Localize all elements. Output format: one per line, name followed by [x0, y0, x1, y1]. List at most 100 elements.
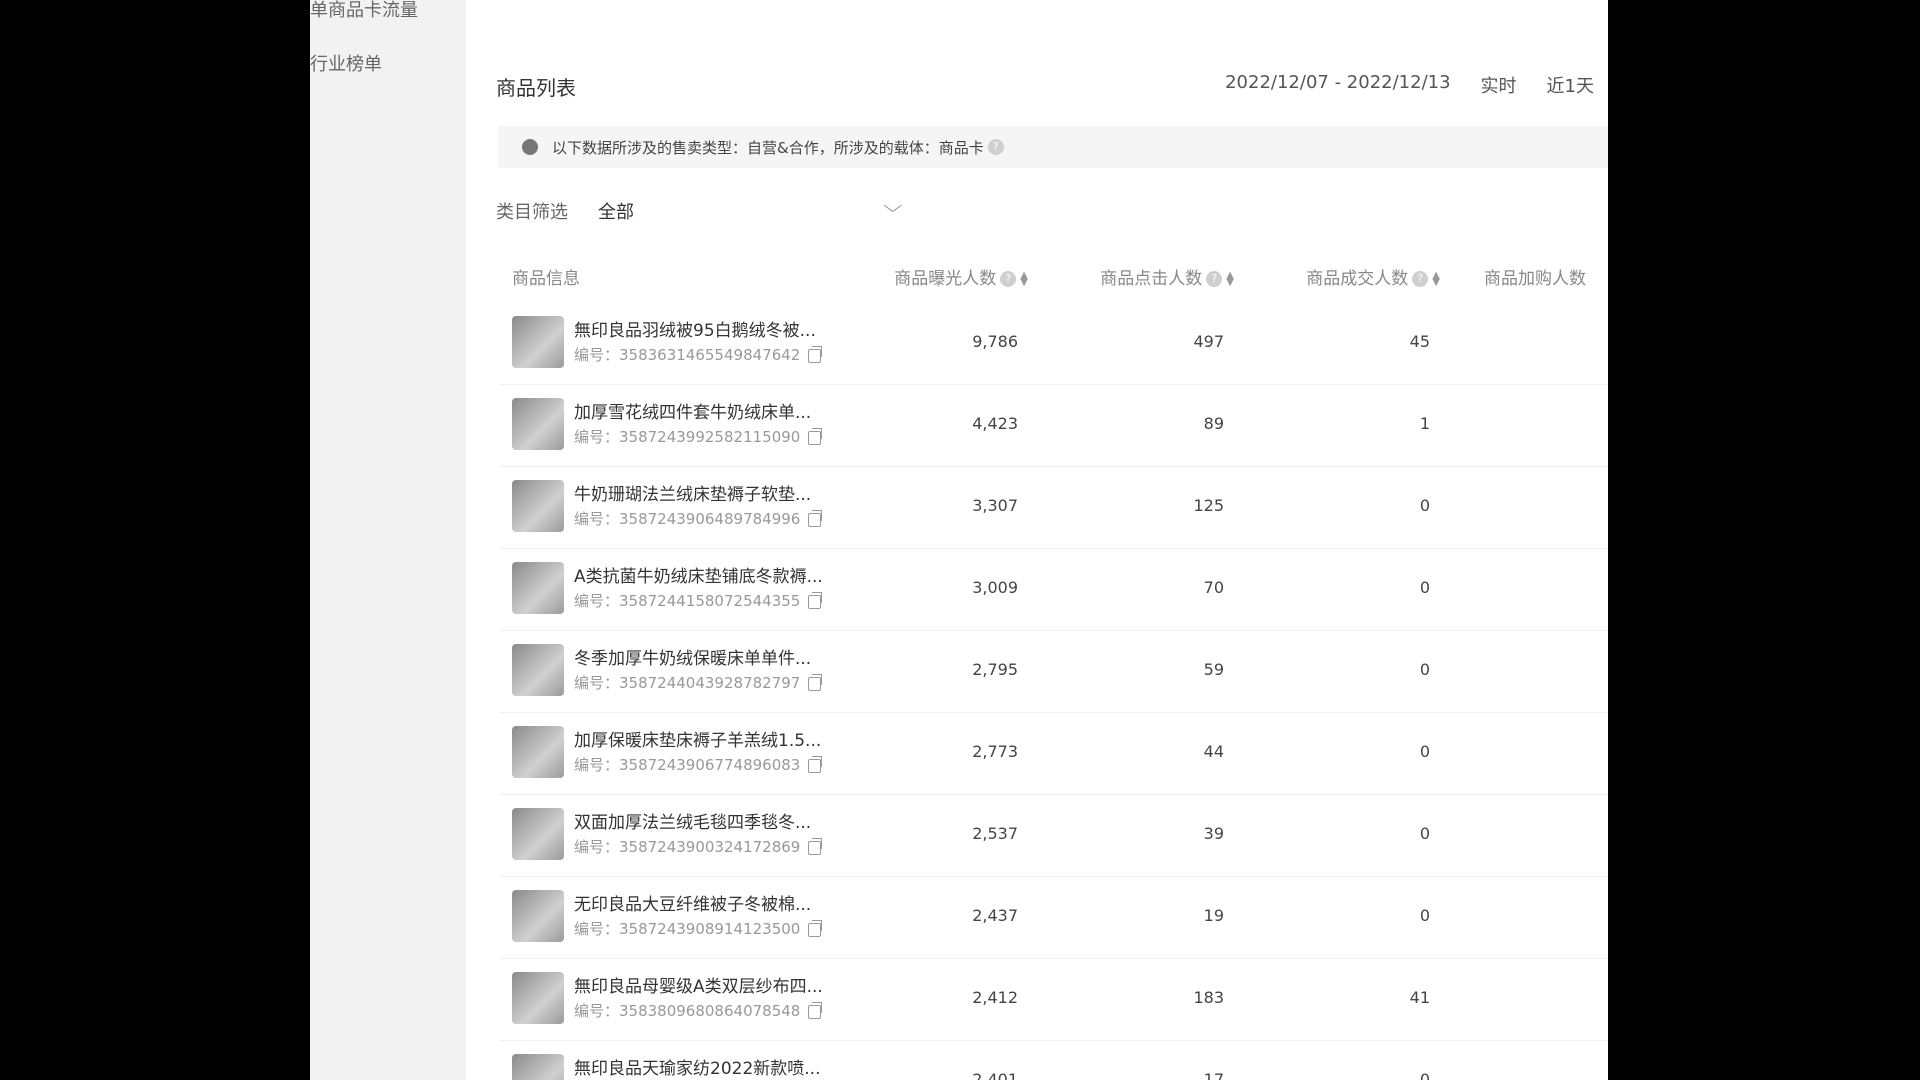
copy-icon[interactable]: [808, 509, 823, 527]
clicks-value: 17: [1203, 1070, 1224, 1080]
product-id: 编号：3587243992582115090: [574, 426, 823, 447]
product-thumbnail[interactable]: [512, 316, 564, 368]
deals-value: 45: [1409, 332, 1430, 351]
table-row[interactable]: 無印良品母婴级A类双层纱布四... 编号：3583809680864078548…: [500, 958, 1608, 1041]
help-icon[interactable]: ?: [987, 139, 1004, 155]
product-id: 编号：3587243900324172869: [574, 836, 823, 857]
col-deals-label: 商品成交人数: [1306, 269, 1409, 289]
product-name[interactable]: 加厚雪花绒四件套牛奶绒床单...: [574, 398, 811, 423]
clicks-value: 59: [1203, 660, 1224, 679]
deals-value: 0: [1419, 496, 1430, 515]
copy-icon[interactable]: [808, 755, 823, 773]
col-clicks-label: 商品点击人数: [1100, 269, 1203, 289]
product-thumbnail[interactable]: [512, 480, 564, 532]
copy-icon[interactable]: [808, 1001, 823, 1019]
clicks-value: 70: [1203, 578, 1224, 597]
sort-icon[interactable]: ▲ ▼: [1432, 271, 1440, 288]
sidebar-item-product-card-traffic[interactable]: 单商品卡流量: [310, 0, 418, 22]
product-id: 编号：3587244043928782797: [574, 672, 823, 693]
table-row[interactable]: 加厚保暖床垫床褥子羊羔绒1.5... 编号：358724390677489608…: [500, 712, 1608, 795]
clicks-value: 39: [1203, 824, 1224, 843]
table-row[interactable]: 双面加厚法兰绒毛毯四季毯冬... 编号：3587243900324172869 …: [500, 794, 1608, 877]
product-id: 编号：3587243906774896083: [574, 754, 823, 775]
col-product-info: 商品信息: [512, 269, 580, 289]
filter-label: 类目筛选: [496, 202, 568, 223]
copy-icon[interactable]: [808, 837, 823, 855]
notice-bar: 以下数据所涉及的售卖类型：自营&合作，所涉及的载体：商品卡 ?: [498, 126, 1608, 168]
main-panel: 商品列表 2022/12/07 - 2022/12/13 实时 近1天 以下数据…: [466, 0, 1608, 1080]
product-name[interactable]: 无印良品大豆纤维被子冬被棉...: [574, 890, 811, 915]
col-exposure[interactable]: 商品曝光人数? ▲ ▼: [894, 264, 1028, 289]
product-thumbnail[interactable]: [512, 562, 564, 614]
copy-icon[interactable]: [808, 427, 823, 445]
exposure-value: 2,412: [972, 988, 1018, 1007]
table-row[interactable]: 无印良品大豆纤维被子冬被棉... 编号：3587243908914123500 …: [500, 876, 1608, 959]
deals-value: 0: [1419, 578, 1430, 597]
clicks-value: 19: [1203, 906, 1224, 925]
table-header: 商品信息 商品曝光人数? ▲ ▼ 商品点击人数? ▲ ▼ 商品成交人数? ▲ ▼ 商品加购人…: [466, 264, 1608, 294]
period-tab[interactable]: 近1天: [1547, 72, 1594, 98]
product-thumbnail[interactable]: [512, 398, 564, 450]
help-icon[interactable]: ?: [1206, 271, 1223, 287]
app-frame: 单商品卡流量 行业榜单 商品列表 2022/12/07 - 2022/12/13…: [310, 0, 1608, 1080]
product-name[interactable]: 無印良品母婴级A类双层纱布四...: [574, 972, 823, 997]
table-row[interactable]: 冬季加厚牛奶绒保暖床单单件... 编号：3587244043928782797 …: [500, 630, 1608, 713]
deals-value: 0: [1419, 824, 1430, 843]
product-thumbnail[interactable]: [512, 726, 564, 778]
deals-value: 0: [1419, 742, 1430, 761]
deals-value: 0: [1419, 660, 1430, 679]
realtime-tab[interactable]: 实时: [1481, 72, 1517, 98]
table-row[interactable]: A类抗菌牛奶绒床垫铺底冬款褥... 编号：3587244158072544355…: [500, 548, 1608, 631]
product-name[interactable]: 加厚保暖床垫床褥子羊羔绒1.5...: [574, 726, 821, 751]
product-id: 编号：3583631465549847642: [574, 344, 823, 365]
table-row[interactable]: 無印良品羽绒被95白鹅绒冬被... 编号：3583631465549847642…: [500, 302, 1608, 385]
product-id: 编号：3583809680864078548: [574, 1000, 823, 1021]
info-icon: [522, 139, 538, 155]
filter-select[interactable]: 全部: [598, 198, 634, 224]
table-row[interactable]: 無印良品天瑜家纺2022新款喷... 2,401 17 0: [500, 1040, 1608, 1080]
help-icon[interactable]: ?: [1000, 271, 1017, 287]
deals-value: 0: [1419, 906, 1430, 925]
product-name[interactable]: 冬季加厚牛奶绒保暖床单单件...: [574, 644, 811, 669]
clicks-value: 89: [1203, 414, 1224, 433]
sort-icon[interactable]: ▲ ▼: [1020, 271, 1028, 288]
col-deals[interactable]: 商品成交人数? ▲ ▼: [1306, 264, 1440, 289]
sidebar-item-industry-ranking[interactable]: 行业榜单: [310, 50, 382, 76]
product-name[interactable]: 無印良品羽绒被95白鹅绒冬被...: [574, 316, 816, 341]
sidebar: 单商品卡流量 行业榜单: [310, 0, 466, 1080]
clicks-value: 125: [1193, 496, 1224, 515]
date-range-picker[interactable]: 2022/12/07 - 2022/12/13: [1225, 72, 1450, 98]
product-thumbnail[interactable]: [512, 1054, 564, 1080]
product-thumbnail[interactable]: [512, 808, 564, 860]
product-name[interactable]: 牛奶珊瑚法兰绒床垫褥子软垫...: [574, 480, 811, 505]
product-thumbnail[interactable]: [512, 972, 564, 1024]
col-add-to-cart[interactable]: 商品加购人数: [1484, 264, 1586, 289]
exposure-value: 2,437: [972, 906, 1018, 925]
deals-value: 0: [1419, 1070, 1430, 1080]
copy-icon[interactable]: [808, 673, 823, 691]
chevron-down-icon[interactable]: ⌵: [883, 196, 902, 217]
product-name[interactable]: 双面加厚法兰绒毛毯四季毯冬...: [574, 808, 811, 833]
product-name[interactable]: A类抗菌牛奶绒床垫铺底冬款褥...: [574, 562, 823, 587]
product-thumbnail[interactable]: [512, 890, 564, 942]
header-controls: 2022/12/07 - 2022/12/13 实时 近1天: [1225, 72, 1594, 98]
col-clicks[interactable]: 商品点击人数? ▲ ▼: [1100, 264, 1234, 289]
product-id: 编号：3587244158072544355: [574, 590, 823, 611]
deals-value: 1: [1419, 414, 1430, 433]
deals-value: 41: [1409, 988, 1430, 1007]
exposure-value: 2,773: [972, 742, 1018, 761]
product-id: 编号：3587243908914123500: [574, 918, 823, 939]
table-row[interactable]: 加厚雪花绒四件套牛奶绒床单... 编号：3587243992582115090 …: [500, 384, 1608, 467]
exposure-value: 2,795: [972, 660, 1018, 679]
exposure-value: 3,307: [972, 496, 1018, 515]
help-icon[interactable]: ?: [1412, 271, 1429, 287]
product-thumbnail[interactable]: [512, 644, 564, 696]
sort-icon[interactable]: ▲ ▼: [1226, 271, 1234, 288]
exposure-value: 4,423: [972, 414, 1018, 433]
copy-icon[interactable]: [808, 345, 823, 363]
product-name[interactable]: 無印良品天瑜家纺2022新款喷...: [574, 1054, 820, 1079]
copy-icon[interactable]: [808, 919, 823, 937]
table-row[interactable]: 牛奶珊瑚法兰绒床垫褥子软垫... 编号：3587243906489784996 …: [500, 466, 1608, 549]
copy-icon[interactable]: [808, 591, 823, 609]
category-filter: 类目筛选 全部 ⌵: [496, 196, 902, 224]
